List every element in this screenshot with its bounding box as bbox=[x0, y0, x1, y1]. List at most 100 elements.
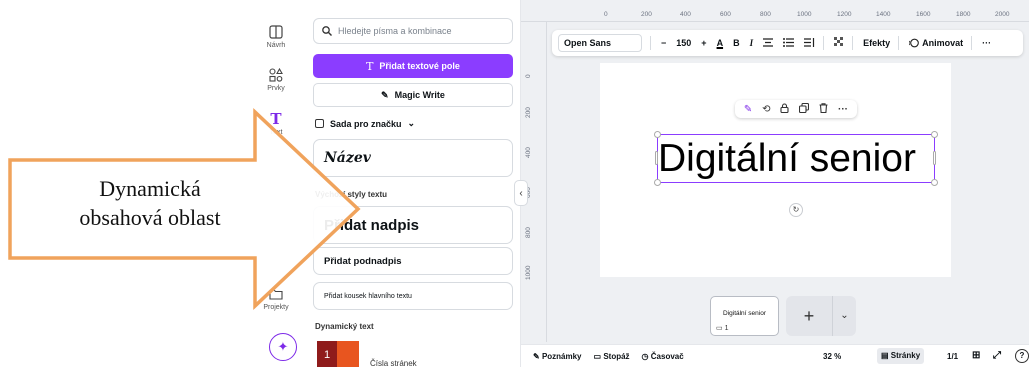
notes-icon: ✎ bbox=[533, 351, 540, 361]
timer-label: Časovač bbox=[650, 351, 684, 361]
pages-icon: ▤ bbox=[881, 351, 889, 360]
brand-kit-dropdown[interactable]: Sada pro značku ⌄ bbox=[315, 118, 415, 129]
more-options-button[interactable]: ··· bbox=[982, 38, 991, 48]
more-icon[interactable]: ··· bbox=[838, 104, 848, 115]
brand-kit-label: Sada pro značku bbox=[330, 118, 402, 129]
spacing-icon[interactable] bbox=[804, 37, 815, 49]
zoom-level[interactable]: 32 % bbox=[823, 352, 841, 361]
lock-icon[interactable] bbox=[780, 102, 789, 116]
timer-button[interactable]: ◷ Časovač bbox=[642, 352, 684, 361]
pages-button[interactable]: ▤ Stránky bbox=[877, 348, 925, 364]
magic-write-button[interactable]: ✎ Magic Write bbox=[313, 83, 513, 107]
add-body-label: Přidat kousek hlavního textu bbox=[324, 292, 412, 300]
rotate-icon[interactable]: ↻ bbox=[789, 203, 803, 217]
align-icon[interactable] bbox=[763, 37, 774, 49]
search-icon bbox=[322, 26, 332, 36]
search-placeholder: Hledejte písma a kombinace bbox=[338, 26, 452, 36]
add-heading-card[interactable]: Přidat nadpis bbox=[313, 206, 513, 244]
resize-handle[interactable] bbox=[931, 131, 938, 138]
sparkle-icon: ✦ bbox=[277, 339, 289, 354]
ruler-tick: 1000 bbox=[525, 265, 532, 280]
font-size-decrease-button[interactable]: − bbox=[661, 38, 666, 48]
magic-edit-icon[interactable]: ✎ bbox=[744, 104, 752, 115]
text-icon: T bbox=[270, 110, 282, 128]
animate-button[interactable]: Animovat bbox=[909, 38, 963, 48]
rail-item-projects[interactable]: Projekty bbox=[248, 287, 304, 311]
add-textbox-button[interactable]: T Přidat textové pole bbox=[313, 54, 513, 78]
ruler-tick: 2000 bbox=[995, 11, 1010, 18]
selection-box bbox=[657, 134, 935, 183]
add-page-button[interactable]: + ⌄ bbox=[786, 296, 856, 336]
chevron-down-icon[interactable]: ⌄ bbox=[832, 296, 856, 336]
ruler-tick: 600 bbox=[720, 11, 731, 18]
rail-item-label: Prvky bbox=[267, 85, 285, 92]
divider bbox=[971, 36, 973, 50]
ruler-tick: 1000 bbox=[797, 11, 812, 18]
notes-button[interactable]: ✎ Poznámky bbox=[533, 352, 582, 361]
bold-button[interactable]: B bbox=[733, 38, 740, 48]
divider bbox=[650, 36, 651, 50]
ruler-tick: 400 bbox=[680, 11, 691, 18]
magic-assistant-button[interactable]: ✦ bbox=[269, 333, 297, 361]
page-thumbnail[interactable]: Digitální senior ▭ 1 bbox=[710, 296, 779, 336]
rail-item-design[interactable]: Návrh bbox=[248, 25, 304, 49]
chevron-down-icon: ⌄ bbox=[407, 118, 416, 128]
font-size-input[interactable]: 150 bbox=[676, 38, 691, 48]
pages-label: Stránky bbox=[890, 351, 921, 360]
side-handle[interactable] bbox=[933, 151, 936, 165]
brand-name-card[interactable]: Název bbox=[313, 139, 513, 177]
annotation-line-1: Dynamická bbox=[99, 176, 201, 201]
add-body-card[interactable]: Přidat kousek hlavního textu bbox=[313, 282, 513, 310]
add-subheading-card[interactable]: Přidat podnadpis bbox=[313, 247, 513, 275]
ruler-tick: 800 bbox=[525, 227, 532, 238]
help-button[interactable]: ? bbox=[1015, 349, 1029, 363]
comment-count: 1 bbox=[724, 325, 729, 332]
page-count: 1/1 bbox=[947, 352, 959, 361]
trash-icon[interactable] bbox=[819, 102, 828, 116]
add-heading-label: Přidat nadpis bbox=[324, 216, 420, 234]
timing-button[interactable]: ▭ Stopáž bbox=[594, 352, 630, 361]
notes-label: Poznámky bbox=[541, 351, 582, 361]
resize-handle[interactable] bbox=[654, 179, 661, 186]
fullscreen-icon[interactable]: ⤢ bbox=[993, 350, 1001, 361]
page-numbers-thumbnail[interactable]: 1 bbox=[317, 341, 359, 367]
ruler-tick: 1600 bbox=[916, 11, 931, 18]
default-styles-label: Výchozí styly textu bbox=[315, 190, 388, 199]
duplicate-icon[interactable] bbox=[799, 102, 810, 116]
effects-button[interactable]: Efekty bbox=[863, 38, 890, 48]
ruler-tick: 0 bbox=[604, 11, 608, 18]
magic-write-label: Magic Write bbox=[394, 90, 445, 100]
rail-item-label: Návrh bbox=[266, 42, 286, 49]
resize-handle[interactable] bbox=[654, 131, 661, 138]
plus-icon[interactable]: + bbox=[786, 306, 832, 327]
animate-label: Animovat bbox=[922, 38, 964, 48]
refresh-icon[interactable]: ⟲ bbox=[762, 104, 770, 115]
rail-item-label: Text bbox=[269, 129, 283, 136]
ruler-tick: 800 bbox=[760, 11, 771, 18]
annotation-label: Dynamická obsahová oblast bbox=[20, 174, 280, 232]
rail-item-text[interactable]: T Text bbox=[248, 110, 304, 137]
list-icon[interactable] bbox=[783, 37, 795, 49]
font-size-increase-button[interactable]: + bbox=[701, 38, 706, 48]
grid-view-icon[interactable]: ⊞ bbox=[972, 350, 980, 361]
brand-name-sample: Název bbox=[324, 150, 371, 166]
resize-handle[interactable] bbox=[931, 179, 938, 186]
font-family-select[interactable]: Open Sans bbox=[558, 34, 642, 52]
transparency-icon[interactable] bbox=[834, 37, 844, 49]
brand-kit-icon bbox=[315, 119, 324, 128]
page-numbers-label[interactable]: Čísla stránek bbox=[370, 359, 417, 367]
element-toolbar: ✎ ⟲ ··· bbox=[735, 100, 857, 118]
rail-item-elements[interactable]: Prvky bbox=[248, 68, 304, 92]
timing-label: Stopáž bbox=[603, 351, 630, 361]
ruler-tick: 400 bbox=[525, 147, 532, 158]
text-color-button[interactable]: A bbox=[717, 38, 724, 48]
page-number-icon: 1 bbox=[317, 341, 337, 367]
shapes-icon bbox=[269, 68, 283, 82]
side-handle[interactable] bbox=[655, 151, 658, 165]
ruler-tick: 1400 bbox=[876, 11, 891, 18]
italic-button[interactable]: I bbox=[750, 38, 754, 48]
add-textbox-label: Přidat textové pole bbox=[379, 61, 460, 71]
annotation-line-2: obsahová oblast bbox=[79, 205, 221, 230]
collapse-panel-button[interactable]: ‹ bbox=[514, 180, 528, 206]
search-input[interactable]: Hledejte písma a kombinace bbox=[313, 18, 513, 44]
